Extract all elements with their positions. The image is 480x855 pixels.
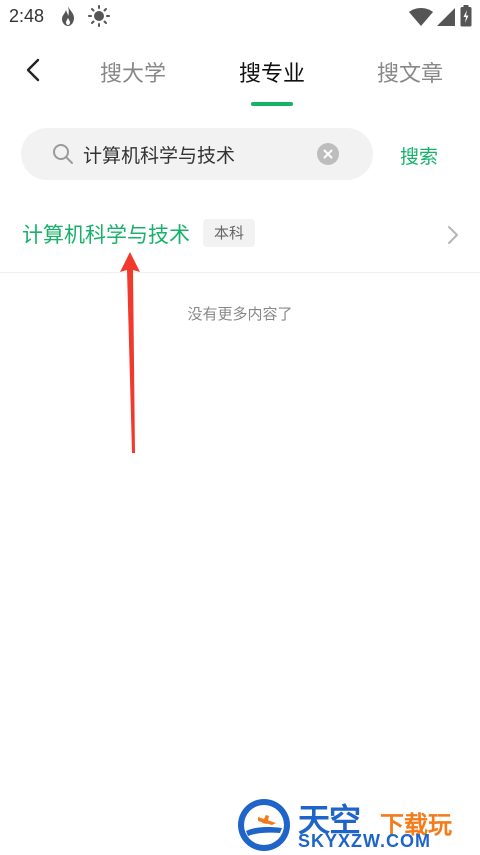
search-box [21,128,373,180]
major-name: 计算机科学与技术 [22,223,190,247]
status-bar: 2:48 [0,0,480,34]
close-icon [323,149,333,159]
search-button[interactable]: 搜索 [400,142,438,169]
tab-search-university[interactable]: 搜大学 [78,56,188,88]
clear-search-button[interactable] [317,143,339,165]
back-button[interactable] [18,54,50,86]
tab-search-major[interactable]: 搜专业 [217,56,327,88]
chevron-right-icon [444,224,462,246]
search-row: 搜索 [0,128,480,182]
annotation-arrow [120,252,140,453]
search-input[interactable] [83,128,313,180]
degree-badge: 本科 [203,219,256,247]
brightness-icon [88,5,110,31]
search-icon [51,142,75,166]
tab-search-article[interactable]: 搜文章 [355,56,465,88]
status-time: 2:48 [9,6,45,26]
watermark-logo-icon [236,797,292,853]
top-navigation: 搜大学 搜专业 搜文章 [0,44,480,110]
end-of-list-message: 没有更多内容了 [187,305,293,323]
wifi-icon [408,7,434,31]
chevron-left-icon [26,58,40,82]
watermark: 天空 下载玩 SKYXZW.COM [232,793,480,855]
cellular-signal-icon [436,7,456,31]
active-tab-indicator [251,102,293,106]
watermark-url: SKYXZW.COM [298,831,432,851]
list-item[interactable]: 计算机科学与技术 本科 [0,205,480,273]
flame-icon [58,5,78,31]
battery-icon [460,5,472,31]
